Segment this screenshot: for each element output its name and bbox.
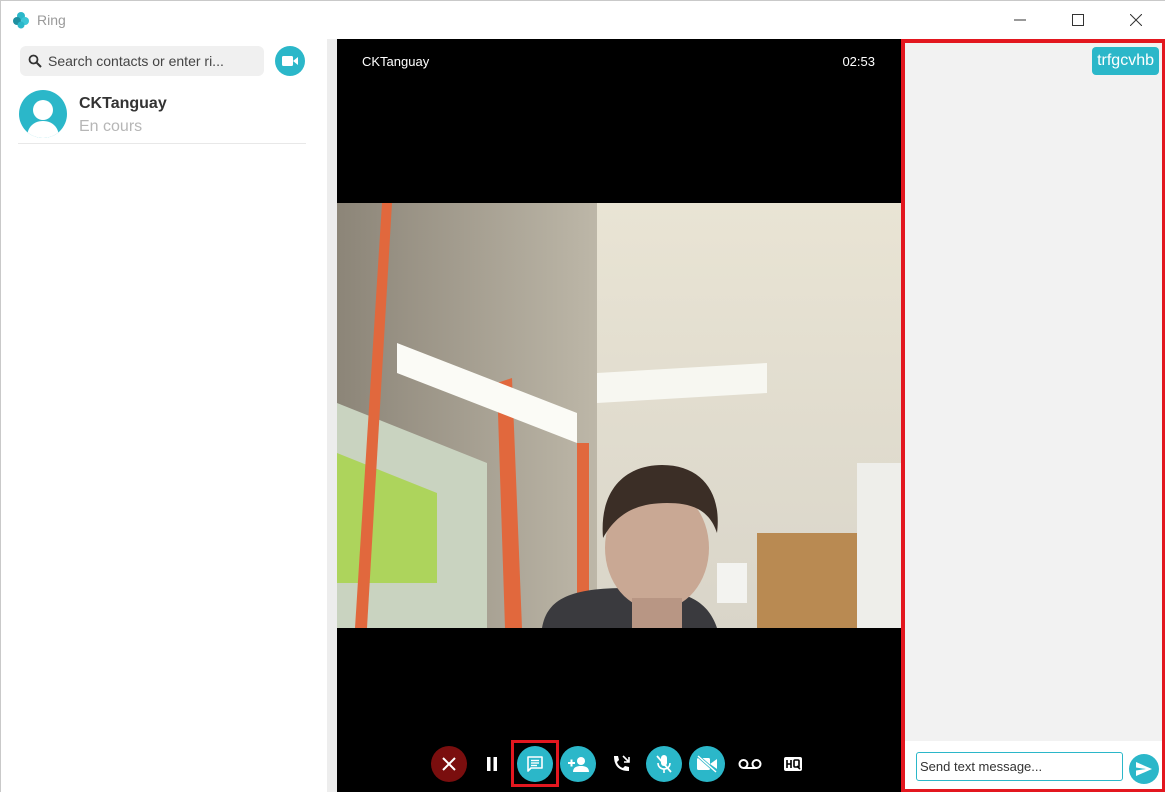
ring-window: Ring Search contacts or enter ri... CKTa… bbox=[0, 0, 1165, 792]
close-window-button[interactable] bbox=[1107, 1, 1165, 39]
panel-divider[interactable] bbox=[327, 39, 337, 792]
videocam-off-icon bbox=[697, 755, 717, 773]
call-peer-name: CKTanguay bbox=[362, 54, 430, 69]
send-message-button[interactable] bbox=[1129, 754, 1159, 784]
hold-button[interactable] bbox=[474, 746, 510, 782]
search-box[interactable] bbox=[20, 46, 264, 76]
video-off-button[interactable] bbox=[689, 746, 725, 782]
ring-logo-icon bbox=[13, 12, 29, 29]
transfer-button[interactable] bbox=[603, 746, 639, 782]
title-bar: Ring bbox=[1, 1, 1165, 39]
chat-message-input[interactable] bbox=[916, 752, 1123, 781]
maximize-button[interactable] bbox=[1049, 1, 1107, 39]
window-title: Ring bbox=[37, 12, 66, 28]
pause-icon bbox=[487, 757, 497, 771]
hangup-button[interactable] bbox=[431, 746, 467, 782]
video-call-button[interactable] bbox=[275, 46, 305, 76]
video-camera-icon bbox=[282, 56, 298, 66]
mute-microphone-button[interactable] bbox=[646, 746, 682, 782]
minimize-button[interactable] bbox=[991, 1, 1049, 39]
close-icon bbox=[442, 757, 456, 771]
hq-icon bbox=[784, 757, 802, 771]
maximize-icon bbox=[1072, 14, 1084, 26]
person-icon bbox=[27, 100, 59, 138]
send-icon bbox=[1136, 762, 1152, 776]
chat-button-highlight bbox=[511, 740, 559, 787]
close-icon bbox=[1130, 14, 1142, 26]
search-icon bbox=[28, 54, 42, 68]
call-timer: 02:53 bbox=[842, 54, 875, 69]
chat-input-bar bbox=[905, 741, 1162, 789]
voicemail-icon bbox=[738, 759, 762, 769]
chat-panel: trfgcvhb bbox=[901, 39, 1165, 792]
remote-video bbox=[337, 203, 901, 628]
mic-off-icon bbox=[656, 755, 672, 773]
quality-button[interactable] bbox=[775, 746, 811, 782]
sidebar: CKTanguay En cours bbox=[1, 39, 327, 792]
contact-name: CKTanguay bbox=[79, 95, 167, 112]
minimize-icon bbox=[1014, 19, 1026, 21]
search-input[interactable] bbox=[48, 46, 258, 76]
contact-status: En cours bbox=[79, 118, 143, 135]
chat-message-outgoing: trfgcvhb bbox=[1092, 47, 1159, 75]
person-add-icon bbox=[568, 757, 589, 772]
phone-forward-icon bbox=[614, 755, 630, 771]
avatar bbox=[19, 90, 67, 138]
call-controls bbox=[431, 740, 821, 787]
record-button[interactable] bbox=[732, 746, 768, 782]
add-participant-button[interactable] bbox=[560, 746, 596, 782]
call-view: CKTanguay 02:53 bbox=[337, 39, 901, 792]
contact-item[interactable]: CKTanguay En cours bbox=[18, 86, 306, 144]
